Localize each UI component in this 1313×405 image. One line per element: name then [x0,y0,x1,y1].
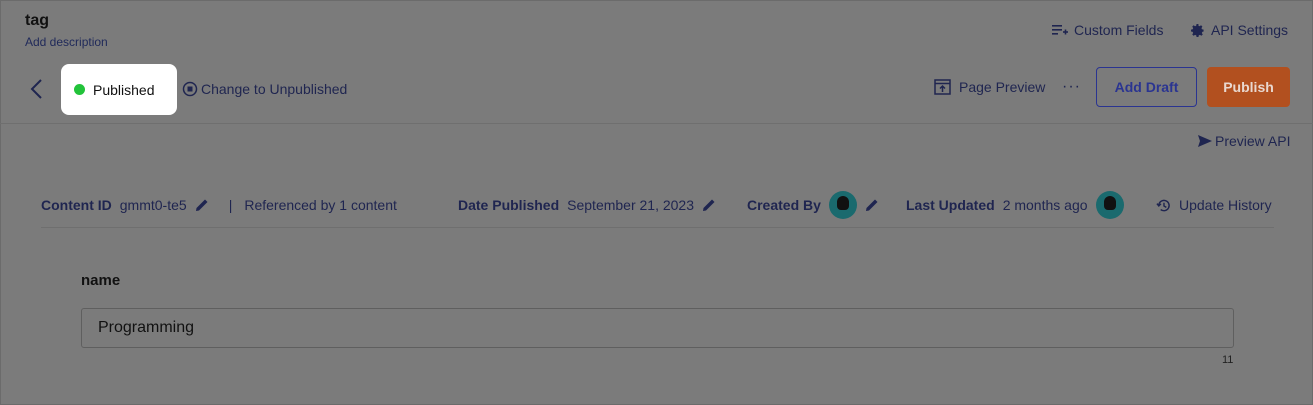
creator-avatar [828,191,857,219]
date-published-value: September 21, 2023 [567,197,695,213]
preview-api-label: Preview API [1215,133,1291,149]
preview-api-link[interactable]: Preview API [1197,133,1290,149]
history-icon [1156,199,1170,211]
change-to-unpublished-label: Change to Unpublished [201,81,348,97]
toolbar-divider [0,123,1313,124]
created-by-meta: Created By [747,191,879,219]
page-title: tag [25,12,49,29]
char-count: 11 [1222,354,1234,366]
content-id-value: gmmt0-te5 [119,197,187,213]
stop-circle-icon [182,81,198,97]
custom-fields-label: Custom Fields [1074,22,1164,38]
last-updated-value: 2 months ago [1002,197,1088,213]
gear-icon [1191,23,1204,37]
pencil-icon[interactable] [865,198,879,212]
name-field-input[interactable] [81,308,1234,348]
meta-divider [41,227,1274,228]
date-published-meta: Date Published September 21, 2023 [458,197,716,213]
last-updated-meta: Last Updated 2 months ago [906,191,1124,219]
status-dot-icon [74,84,85,95]
update-history-label: Update History [1179,197,1272,213]
status-label: Published [93,81,155,98]
custom-fields-link[interactable]: Custom Fields [1052,22,1163,38]
more-options-icon[interactable]: ··· [1062,78,1081,96]
updater-avatar [1095,191,1124,219]
list-add-icon [1052,25,1068,35]
status-badge[interactable]: Published [61,64,177,115]
last-updated-key: Last Updated [906,197,995,213]
send-icon [1198,135,1212,147]
content-id-key: Content ID [41,197,112,213]
pencil-icon[interactable] [702,198,716,212]
created-by-key: Created By [747,197,821,213]
publish-button[interactable]: Publish [1207,67,1290,107]
content-id-meta: Content ID gmmt0-te5 | Referenced by 1 c… [41,197,397,213]
page-preview-button[interactable]: Page Preview [934,79,1045,95]
back-chevron-icon[interactable] [28,78,46,100]
change-to-unpublished-button[interactable]: Change to Unpublished [182,81,347,97]
pencil-icon[interactable] [195,198,209,212]
name-field-label: name [81,272,121,289]
update-history-link[interactable]: Update History [1156,197,1272,213]
page-preview-label: Page Preview [959,79,1046,95]
date-published-key: Date Published [458,197,560,213]
preview-upload-icon [934,79,951,95]
meta-separator: | [228,197,233,213]
referenced-by-link[interactable]: Referenced by 1 content [244,197,397,213]
api-settings-link[interactable]: API Settings [1190,22,1288,38]
add-draft-button[interactable]: Add Draft [1096,67,1197,107]
add-description-link[interactable]: Add description [25,35,108,49]
api-settings-label: API Settings [1211,22,1289,38]
